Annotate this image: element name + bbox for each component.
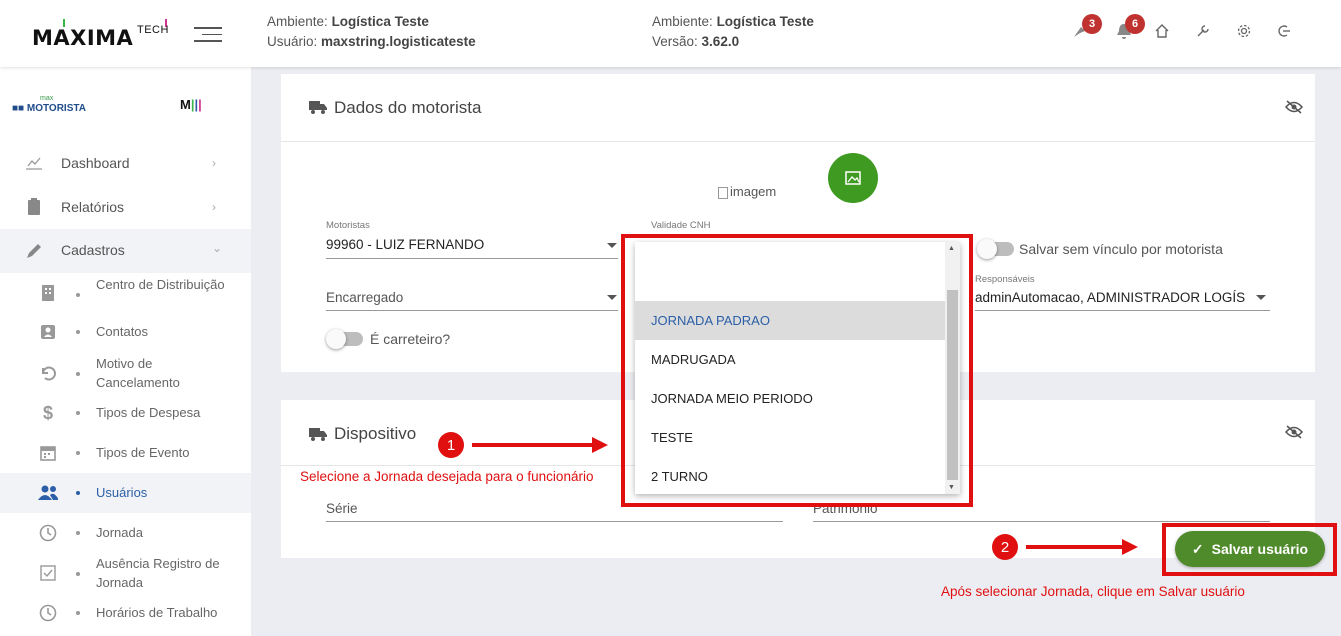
sidebar-subitem-usuarios[interactable]: Usuários: [0, 473, 251, 513]
responsaveis-select[interactable]: adminAutomacao, ADMINISTRADOR LOGÍSTI...: [975, 290, 1245, 305]
users-icon: [38, 483, 58, 503]
carreteiro-toggle[interactable]: [326, 329, 363, 349]
notification-badge: 3: [1082, 14, 1102, 34]
sidebar-item-dashboard[interactable]: Dashboard ›: [0, 153, 251, 173]
motoristas-select[interactable]: 99960 - LUIZ FERNANDO: [326, 237, 484, 252]
check-icon: ✓: [1191, 540, 1204, 557]
version-info: Ambiente: Logística Teste Versão: 3.62.0: [652, 14, 814, 49]
menu-toggle-icon[interactable]: [194, 27, 222, 42]
annotation-step-1: 1: [438, 432, 464, 458]
annotation-step-2: 2: [992, 534, 1018, 560]
clock-icon: [38, 603, 58, 623]
sidebar-subitem-contatos[interactable]: Contatos: [0, 322, 251, 342]
building-icon: [38, 283, 58, 303]
eye-off-icon[interactable]: [1284, 100, 1304, 119]
chevron-right-icon: ›: [212, 200, 216, 214]
logout-icon[interactable]: [1273, 20, 1295, 42]
card-title: Dados do motorista: [334, 98, 482, 117]
sidebar-item-cadastros[interactable]: Cadastros ⌄: [0, 229, 251, 273]
save-user-button[interactable]: ✓ Salvar usuário: [1175, 531, 1325, 567]
annotation-arrow-2: [1026, 539, 1138, 555]
chevron-down-icon: ⌄: [212, 241, 223, 255]
sidebar-subitem-tipos-evento[interactable]: Tipos de Evento: [0, 443, 251, 463]
bell-icon[interactable]: 6: [1113, 14, 1145, 42]
checkbox-icon: [38, 563, 58, 583]
top-header: MAXIMA TECH Ambiente: Logística Teste Us…: [0, 0, 1341, 67]
salvar-sem-vinculo-toggle[interactable]: [977, 239, 1014, 259]
eye-off-icon[interactable]: [1284, 425, 1304, 444]
sidebar-subitem-jornada[interactable]: Jornada: [0, 523, 251, 543]
chart-icon: [24, 153, 44, 173]
maxmotorista-logo: max ■■ MOTORISTA: [12, 95, 86, 114]
calendar-icon: [38, 443, 58, 463]
caret-down-icon: [607, 295, 617, 300]
maxima-m-logo: M|||: [180, 97, 202, 112]
user-env-info: Ambiente: Logística Teste Usuário: maxst…: [267, 14, 476, 49]
clipboard-icon: [24, 197, 44, 217]
truck-icon: [309, 427, 327, 446]
home-icon[interactable]: [1151, 20, 1173, 42]
contact-icon: [38, 322, 58, 342]
serie-input[interactable]: Série: [326, 501, 358, 516]
logo-tech-label: TECH: [137, 24, 169, 36]
annotation-note-1: Selecione a Jornada desejada para o func…: [300, 469, 594, 484]
annotation-arrow-1: [472, 437, 608, 453]
logo-accent-green: [63, 19, 65, 27]
gear-icon[interactable]: [1233, 20, 1255, 42]
sidebar-item-relatorios[interactable]: Relatórios ›: [0, 197, 251, 217]
broken-image-placeholder: imagem: [718, 184, 776, 199]
maxima-logo: MAXIMA: [32, 26, 134, 50]
truck-icon: [309, 100, 327, 119]
caret-down-icon: [1256, 295, 1266, 300]
bird-notification-icon[interactable]: 3: [1070, 14, 1102, 42]
card-title: Dispositivo: [334, 424, 417, 443]
chevron-right-icon: ›: [212, 156, 216, 170]
wrench-icon[interactable]: [1192, 20, 1214, 42]
upload-image-button[interactable]: [828, 153, 878, 203]
pencil-icon: [24, 241, 44, 261]
image-icon: [845, 171, 861, 185]
caret-down-icon: [607, 243, 617, 248]
clock-icon: [38, 523, 58, 543]
sidebar-subitem-ausencia-registro[interactable]: Ausência Registro de Jornada: [0, 554, 251, 594]
annotation-note-2: Após selecionar Jornada, clique em Salva…: [941, 584, 1245, 599]
sidebar-subitem-tipos-despesa[interactable]: $ Tipos de Despesa: [0, 403, 251, 423]
undo-icon: [38, 363, 58, 383]
sidebar-subitem-motivo-cancelamento[interactable]: Motivo de Cancelamento: [0, 354, 251, 394]
dollar-icon: $: [42, 402, 53, 423]
encarregado-select[interactable]: Encarregado: [326, 290, 403, 305]
annotation-highlight-dropdown: [621, 234, 973, 507]
sidebar: max ■■ MOTORISTA M||| Dashboard › Relató…: [0, 67, 251, 636]
sidebar-subitem-horarios-trabalho[interactable]: Horários de Trabalho: [0, 603, 251, 623]
notification-badge: 6: [1125, 14, 1145, 34]
sidebar-subitem-centro-distribuicao[interactable]: Centro de Distribuição: [0, 275, 251, 315]
